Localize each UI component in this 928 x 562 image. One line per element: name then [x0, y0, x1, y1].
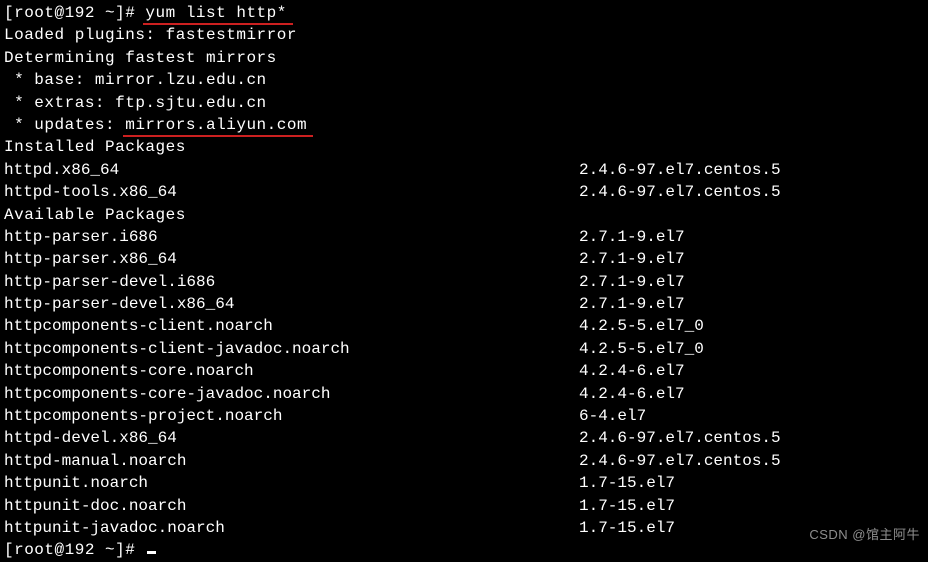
package-row: httpcomponents-client.noarch4.2.5-5.el7_…: [4, 315, 924, 337]
installed-header: Installed Packages: [4, 136, 924, 158]
package-row: httpcomponents-project.noarch6-4.el7: [4, 405, 924, 427]
package-version: 2.4.6-97.el7.centos.5: [579, 159, 781, 181]
prompt-prefix: [root@192 ~]#: [4, 541, 145, 559]
package-version: 2.7.1-9.el7: [579, 271, 685, 293]
package-row: httpunit-javadoc.noarch1.7-15.el7: [4, 517, 924, 539]
package-version: 1.7-15.el7: [579, 517, 675, 539]
package-name: httpcomponents-client.noarch: [4, 315, 579, 337]
package-row: httpd.x86_642.4.6-97.el7.centos.5: [4, 159, 924, 181]
package-row: http-parser.x86_642.7.1-9.el7: [4, 248, 924, 270]
package-name: httpcomponents-project.noarch: [4, 405, 579, 427]
available-header: Available Packages: [4, 204, 924, 226]
mirror-updates-host: mirrors.aliyun.com: [125, 114, 307, 136]
output-loaded: Loaded plugins: fastestmirror: [4, 24, 924, 46]
mirror-updates: * updates: mirrors.aliyun.com: [4, 114, 924, 136]
package-name: httpunit-doc.noarch: [4, 495, 579, 517]
package-row: http-parser-devel.x86_642.7.1-9.el7: [4, 293, 924, 315]
package-name: http-parser.i686: [4, 226, 579, 248]
prompt-prefix: [root@192 ~]#: [4, 4, 145, 22]
package-version: 2.4.6-97.el7.centos.5: [579, 181, 781, 203]
package-row: httpunit-doc.noarch1.7-15.el7: [4, 495, 924, 517]
package-row: httpcomponents-core.noarch4.2.4-6.el7: [4, 360, 924, 382]
prompt-line-2[interactable]: [root@192 ~]#: [4, 539, 924, 561]
package-name: httpd.x86_64: [4, 159, 579, 181]
package-row: httpd-tools.x86_642.4.6-97.el7.centos.5: [4, 181, 924, 203]
command-text: yum list http*: [145, 2, 286, 24]
package-version: 4.2.4-6.el7: [579, 383, 685, 405]
mirror-updates-prefix: * updates:: [4, 116, 125, 134]
package-version: 2.7.1-9.el7: [579, 293, 685, 315]
package-name: http-parser-devel.i686: [4, 271, 579, 293]
package-name: httpd-manual.noarch: [4, 450, 579, 472]
package-row: httpd-devel.x86_642.4.6-97.el7.centos.5: [4, 427, 924, 449]
package-row: httpd-manual.noarch2.4.6-97.el7.centos.5: [4, 450, 924, 472]
package-name: httpcomponents-core.noarch: [4, 360, 579, 382]
package-version: 4.2.5-5.el7_0: [579, 315, 704, 337]
package-name: httpunit.noarch: [4, 472, 579, 494]
package-version: 2.7.1-9.el7: [579, 226, 685, 248]
installed-packages-list: httpd.x86_642.4.6-97.el7.centos.5httpd-t…: [4, 159, 924, 204]
package-name: httpcomponents-core-javadoc.noarch: [4, 383, 579, 405]
package-row: http-parser.i6862.7.1-9.el7: [4, 226, 924, 248]
package-version: 2.4.6-97.el7.centos.5: [579, 427, 781, 449]
package-row: httpunit.noarch1.7-15.el7: [4, 472, 924, 494]
package-row: httpcomponents-core-javadoc.noarch4.2.4-…: [4, 383, 924, 405]
watermark: CSDN @馆主阿牛: [809, 526, 920, 544]
package-name: http-parser.x86_64: [4, 248, 579, 270]
package-name: httpd-tools.x86_64: [4, 181, 579, 203]
mirror-base: * base: mirror.lzu.edu.cn: [4, 69, 924, 91]
package-row: httpcomponents-client-javadoc.noarch4.2.…: [4, 338, 924, 360]
package-name: http-parser-devel.x86_64: [4, 293, 579, 315]
package-name: httpunit-javadoc.noarch: [4, 517, 579, 539]
mirror-extras: * extras: ftp.sjtu.edu.cn: [4, 92, 924, 114]
package-version: 4.2.5-5.el7_0: [579, 338, 704, 360]
prompt-line-1[interactable]: [root@192 ~]# yum list http*: [4, 2, 924, 24]
package-version: 1.7-15.el7: [579, 472, 675, 494]
package-name: httpcomponents-client-javadoc.noarch: [4, 338, 579, 360]
package-name: httpd-devel.x86_64: [4, 427, 579, 449]
package-version: 4.2.4-6.el7: [579, 360, 685, 382]
package-version: 1.7-15.el7: [579, 495, 675, 517]
package-row: http-parser-devel.i6862.7.1-9.el7: [4, 271, 924, 293]
available-packages-list: http-parser.i6862.7.1-9.el7http-parser.x…: [4, 226, 924, 539]
package-version: 6-4.el7: [579, 405, 646, 427]
package-version: 2.4.6-97.el7.centos.5: [579, 450, 781, 472]
output-determining: Determining fastest mirrors: [4, 47, 924, 69]
package-version: 2.7.1-9.el7: [579, 248, 685, 270]
